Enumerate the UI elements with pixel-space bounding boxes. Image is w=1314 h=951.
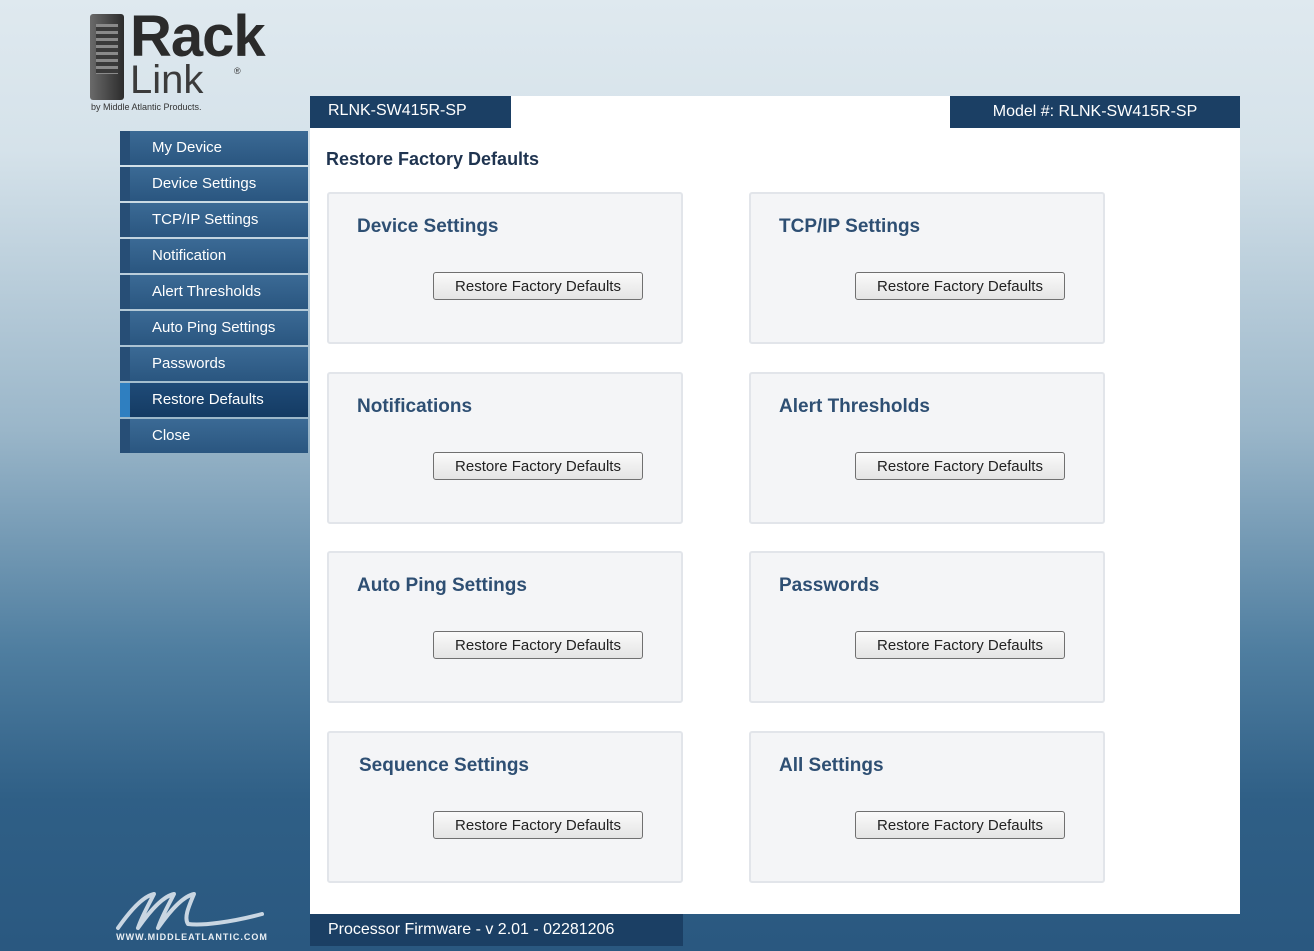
middle-atlantic-mark-icon (116, 892, 264, 930)
card-title: All Settings (779, 755, 884, 776)
card-title: Alert Thresholds (779, 396, 930, 417)
model-number-tab: Model #: RLNK-SW415R-SP (950, 96, 1240, 128)
card-title: TCP/IP Settings (779, 216, 921, 237)
firmware-version: Processor Firmware - v 2.01 - 02281206 (310, 914, 683, 946)
middle-atlantic-url[interactable]: WWW.MIDDLEATLANTIC.COM (92, 932, 292, 942)
racklink-logo: Rack Link ® by Middle Atlantic Products. (86, 8, 306, 118)
restore-tcpip-settings-button[interactable]: Restore Factory Defaults (855, 272, 1065, 300)
card-title: Sequence Settings (359, 755, 529, 776)
card-alert-thresholds: Alert Thresholds Restore Factory Default… (749, 372, 1105, 524)
page-title: Restore Factory Defaults (326, 149, 540, 169)
restore-device-settings-button[interactable]: Restore Factory Defaults (433, 272, 643, 300)
card-device-settings: Device Settings Restore Factory Defaults (327, 192, 683, 344)
restore-all-settings-button[interactable]: Restore Factory Defaults (855, 811, 1065, 839)
restore-notifications-button[interactable]: Restore Factory Defaults (433, 452, 643, 480)
sidebar-item-passwords[interactable]: Passwords (120, 347, 308, 381)
card-tcpip-settings: TCP/IP Settings Restore Factory Defaults (749, 192, 1105, 344)
sidebar-item-restore-defaults[interactable]: Restore Defaults (120, 383, 308, 417)
middle-atlantic-logo: WWW.MIDDLEATLANTIC.COM (92, 888, 292, 948)
sidebar-item-notification[interactable]: Notification (120, 239, 308, 273)
sidebar-item-close[interactable]: Close (120, 419, 308, 453)
logo-link-text: Link (130, 58, 204, 102)
card-all-settings: All Settings Restore Factory Defaults (749, 731, 1105, 883)
logo-byline: by Middle Atlantic Products. (91, 102, 202, 112)
sidebar-nav: My Device Device Settings TCP/IP Setting… (120, 131, 308, 455)
card-title: Device Settings (357, 216, 499, 237)
sidebar-item-alert-thresholds[interactable]: Alert Thresholds (120, 275, 308, 309)
card-notifications: Notifications Restore Factory Defaults (327, 372, 683, 524)
device-name-tab: RLNK-SW415R-SP (310, 96, 511, 128)
sidebar-item-tcpip-settings[interactable]: TCP/IP Settings (120, 203, 308, 237)
card-passwords: Passwords Restore Factory Defaults (749, 551, 1105, 703)
restore-alert-thresholds-button[interactable]: Restore Factory Defaults (855, 452, 1065, 480)
logo-registered-mark: ® (234, 66, 241, 76)
restore-sequence-settings-button[interactable]: Restore Factory Defaults (433, 811, 643, 839)
sidebar-item-my-device[interactable]: My Device (120, 131, 308, 165)
card-title: Notifications (357, 396, 473, 417)
sidebar-item-device-settings[interactable]: Device Settings (120, 167, 308, 201)
card-auto-ping-settings: Auto Ping Settings Restore Factory Defau… (327, 551, 683, 703)
rack-tower-icon (90, 14, 124, 100)
card-title: Auto Ping Settings (357, 575, 527, 596)
card-title: Passwords (779, 575, 880, 596)
sidebar-item-auto-ping-settings[interactable]: Auto Ping Settings (120, 311, 308, 345)
restore-auto-ping-settings-button[interactable]: Restore Factory Defaults (433, 631, 643, 659)
card-sequence-settings: Sequence Settings Restore Factory Defaul… (327, 731, 683, 883)
restore-passwords-button[interactable]: Restore Factory Defaults (855, 631, 1065, 659)
